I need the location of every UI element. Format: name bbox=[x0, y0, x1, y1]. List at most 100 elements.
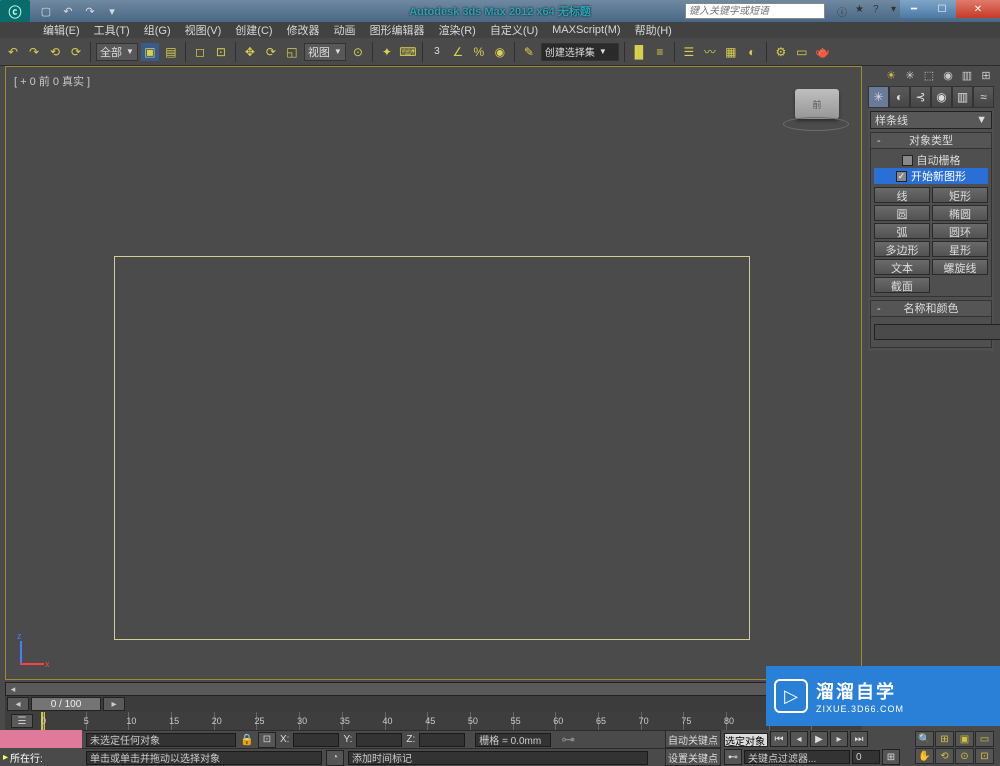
selection-filter-dropdown[interactable]: 全部▼ bbox=[96, 43, 138, 61]
named-selection-dropdown[interactable]: 创建选择集▼ bbox=[541, 43, 619, 61]
c-icon[interactable]: ▥ bbox=[959, 67, 975, 83]
track-menu-icon[interactable]: ☰ bbox=[11, 714, 33, 728]
menu-maxscript[interactable]: MAXScript(M) bbox=[545, 24, 627, 36]
menu-edit[interactable]: 编辑(E) bbox=[36, 22, 87, 38]
keymode-dropdown[interactable] bbox=[724, 733, 768, 747]
btn-text[interactable]: 文本 bbox=[874, 259, 930, 275]
menu-views[interactable]: 视图(V) bbox=[178, 22, 229, 38]
z-field[interactable] bbox=[419, 733, 465, 747]
btn-ellipse[interactable]: 椭圆 bbox=[932, 205, 988, 221]
rectangle-shape[interactable] bbox=[114, 256, 750, 640]
align-icon[interactable]: ≡ bbox=[651, 43, 669, 61]
menu-create[interactable]: 创建(C) bbox=[228, 22, 279, 38]
qat-undo-icon[interactable]: ↶ bbox=[60, 3, 76, 19]
viewcube[interactable]: 前 bbox=[795, 89, 839, 119]
fov-icon[interactable]: ▭ bbox=[975, 731, 994, 747]
btn-circle[interactable]: 圆 bbox=[874, 205, 930, 221]
btn-arc[interactable]: 弧 bbox=[874, 223, 930, 239]
key-icon[interactable]: ⊶ bbox=[561, 731, 575, 748]
track-bar[interactable]: ☰ 051015202530354045505560657075808590 bbox=[5, 712, 862, 730]
key-filter-button[interactable]: 关键点过滤器... bbox=[744, 750, 850, 764]
undo-icon[interactable]: ↶ bbox=[4, 43, 22, 61]
a-icon[interactable]: ⬚ bbox=[921, 67, 937, 83]
menu-customize[interactable]: 自定义(U) bbox=[483, 22, 545, 38]
mirror-icon[interactable]: ▐▌ bbox=[630, 43, 648, 61]
auto-key-button[interactable]: 自动关键点 bbox=[665, 730, 721, 748]
scale-icon[interactable]: ◱ bbox=[283, 43, 301, 61]
current-frame-field[interactable]: 0 bbox=[852, 750, 880, 764]
autogrid-checkbox[interactable] bbox=[902, 155, 913, 166]
tab-modify[interactable]: ◐ bbox=[889, 86, 910, 108]
orbit-icon[interactable]: ⟲ bbox=[935, 748, 954, 764]
viewport[interactable]: [ + 0 前 0 真实 ] 前 z x bbox=[5, 66, 862, 680]
redo-icon[interactable]: ↷ bbox=[25, 43, 43, 61]
b-icon[interactable]: ◉ bbox=[940, 67, 956, 83]
btn-donut[interactable]: 圆环 bbox=[932, 223, 988, 239]
window-crossing-icon[interactable]: ⊡ bbox=[212, 43, 230, 61]
pan-icon[interactable]: ✋ bbox=[915, 748, 934, 764]
y-field[interactable] bbox=[356, 733, 402, 747]
qat-new-icon[interactable]: ▢ bbox=[38, 3, 54, 19]
set-key-button[interactable]: 设置关键点 bbox=[665, 748, 721, 766]
goto-end-icon[interactable]: ⏭ bbox=[850, 731, 868, 747]
btn-star[interactable]: 星形 bbox=[932, 241, 988, 257]
x-field[interactable] bbox=[293, 733, 339, 747]
menu-animation[interactable]: 动画 bbox=[327, 22, 363, 38]
app-icon[interactable]: ⓒ bbox=[0, 0, 30, 22]
edit-named-icon[interactable]: ✎ bbox=[520, 43, 538, 61]
category-dropdown[interactable]: 样条线▼ bbox=[870, 111, 992, 129]
startnew-checkbox[interactable]: ✓ bbox=[896, 171, 907, 182]
menu-tools[interactable]: 工具(T) bbox=[87, 22, 137, 38]
time-config-icon[interactable]: ⊞ bbox=[882, 749, 900, 765]
tab-display[interactable]: ▥ bbox=[952, 86, 973, 108]
schematic-icon[interactable]: ▦ bbox=[722, 43, 740, 61]
minimize-button[interactable]: ━ bbox=[900, 0, 928, 18]
pivot-icon[interactable]: ⊙ bbox=[349, 43, 367, 61]
key-toggle-icon[interactable]: ⊷ bbox=[724, 749, 742, 765]
max-toggle-icon[interactable]: ⊡ bbox=[975, 748, 994, 764]
percent-snap-icon[interactable]: % bbox=[470, 43, 488, 61]
rect-region-icon[interactable]: ◻ bbox=[191, 43, 209, 61]
walk-icon[interactable]: ⊙ bbox=[955, 748, 974, 764]
maximize-button[interactable]: ☐ bbox=[928, 0, 956, 18]
timetag-icon[interactable]: ◔ bbox=[326, 750, 344, 766]
btn-rectangle[interactable]: 矩形 bbox=[932, 187, 988, 203]
unlink-icon[interactable]: ⟳ bbox=[67, 43, 85, 61]
rollout-name-color[interactable]: 名称和颜色 bbox=[871, 301, 991, 317]
rotate-icon[interactable]: ⟳ bbox=[262, 43, 280, 61]
viewport-label[interactable]: [ + 0 前 0 真实 ] bbox=[14, 73, 90, 89]
manip-icon[interactable]: ✦ bbox=[378, 43, 396, 61]
compass-icon[interactable]: ✳ bbox=[902, 67, 918, 83]
menu-grapheditors[interactable]: 图形编辑器 bbox=[363, 22, 432, 38]
qat-drop-icon[interactable]: ▾ bbox=[104, 3, 120, 19]
light-icon[interactable]: ☀ bbox=[883, 67, 899, 83]
tab-hierarchy[interactable]: ⊰ bbox=[910, 86, 931, 108]
layers-icon[interactable]: ☰ bbox=[680, 43, 698, 61]
render-setup-icon[interactable]: ⚙ bbox=[772, 43, 790, 61]
menu-group[interactable]: 组(G) bbox=[137, 22, 178, 38]
zoom-ext-icon[interactable]: ▣ bbox=[955, 731, 974, 747]
help-icon[interactable]: ? bbox=[873, 4, 887, 18]
time-prev-icon[interactable]: ◂ bbox=[7, 697, 29, 711]
select-object-icon[interactable]: ▣ bbox=[141, 43, 159, 61]
infocenter-icon[interactable]: ⓘ bbox=[837, 4, 851, 18]
script-mini-listener[interactable] bbox=[0, 730, 82, 748]
lock-icon[interactable]: 🔒 bbox=[240, 733, 254, 747]
zoom-all-icon[interactable]: ⊞ bbox=[935, 731, 954, 747]
d-icon[interactable]: ⊞ bbox=[978, 67, 994, 83]
prev-frame-icon[interactable]: ◂ bbox=[790, 731, 808, 747]
keymode-icon[interactable]: ⌨ bbox=[399, 43, 417, 61]
link-icon[interactable]: ⟲ bbox=[46, 43, 64, 61]
tab-utilities[interactable]: ≈ bbox=[973, 86, 994, 108]
select-name-icon[interactable]: ▤ bbox=[162, 43, 180, 61]
menu-rendering[interactable]: 渲染(R) bbox=[432, 22, 483, 38]
btn-section[interactable]: 截面 bbox=[874, 277, 930, 293]
iso-icon[interactable]: ⊡ bbox=[258, 732, 276, 748]
btn-line[interactable]: 线 bbox=[874, 187, 930, 203]
snap-2d-icon[interactable]: 3 bbox=[428, 43, 446, 61]
viewcube-ring[interactable] bbox=[783, 117, 849, 131]
qat-redo-icon[interactable]: ↷ bbox=[82, 3, 98, 19]
rendered-frame-icon[interactable]: ▭ bbox=[793, 43, 811, 61]
tab-motion[interactable]: ◉ bbox=[931, 86, 952, 108]
time-tag-field[interactable]: 添加时间标记 bbox=[348, 751, 648, 765]
